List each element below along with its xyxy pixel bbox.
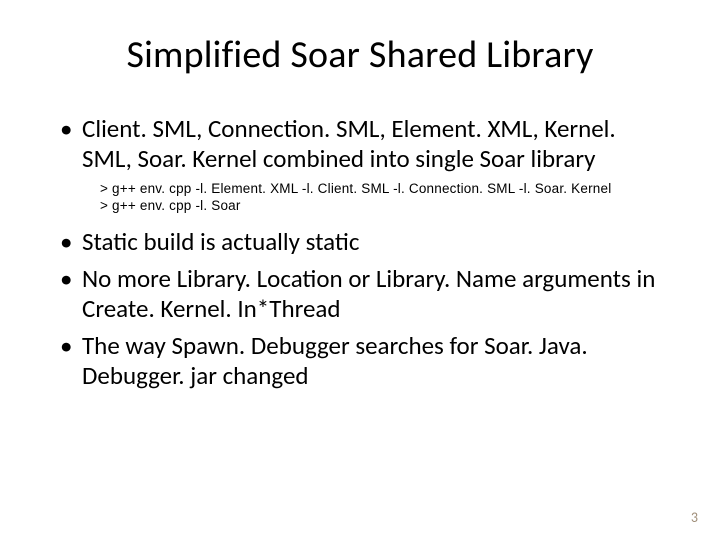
bullet-item: Static build is actually static: [60, 227, 660, 257]
bullet-list: Client. SML, Connection. SML, Element. X…: [60, 114, 660, 173]
bullet-item: The way Spawn. Debugger searches for Soa…: [60, 331, 660, 390]
bullet-item: No more Library. Location or Library. Na…: [60, 264, 660, 323]
code-line: > g++ env. cpp -l. Element. XML -l. Clie…: [100, 181, 660, 198]
slide: Simplified Soar Shared Library Client. S…: [0, 0, 720, 540]
slide-title: Simplified Soar Shared Library: [60, 32, 660, 78]
bullet-item: Client. SML, Connection. SML, Element. X…: [60, 114, 660, 173]
code-line: > g++ env. cpp -l. Soar: [100, 198, 660, 215]
page-number: 3: [691, 509, 698, 526]
bullet-list: Static build is actually static No more …: [60, 227, 660, 391]
code-block: > g++ env. cpp -l. Element. XML -l. Clie…: [60, 181, 660, 215]
